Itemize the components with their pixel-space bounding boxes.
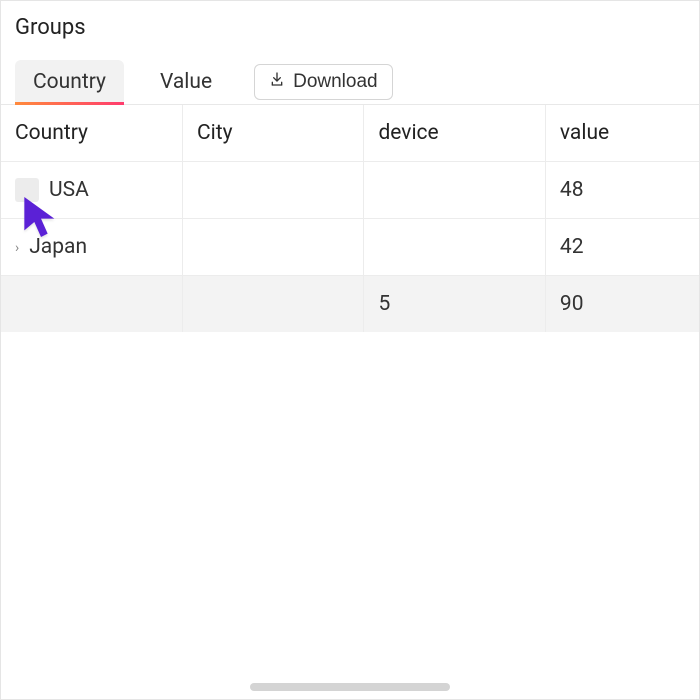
download-icon [269,71,285,93]
table-row[interactable]: USA 48 [1,162,699,219]
col-country[interactable]: Country [1,105,182,162]
expand-icon[interactable] [15,178,39,202]
horizontal-scrollbar[interactable] [250,683,450,691]
cell-city [182,219,363,276]
cell-device: 5 [364,276,545,333]
cell-device [364,162,545,219]
table-row[interactable]: › Japan 42 [1,219,699,276]
cell-country: Japan [29,235,87,259]
panel-title: Groups [1,1,699,60]
data-table: Country City device value USA 48 › Japan … [1,105,699,332]
panel: Groups Country Value Download Country Ci… [0,0,700,700]
summary-row: 5 90 [1,276,699,333]
col-device[interactable]: device [364,105,545,162]
tab-country[interactable]: Country [15,60,124,104]
download-label: Download [293,71,378,93]
tab-bar: Country Value Download [1,60,699,105]
cell-value: 48 [545,162,699,219]
col-value[interactable]: value [545,105,699,162]
cell-value: 90 [545,276,699,333]
cell-value: 42 [545,219,699,276]
cell-country: USA [49,178,89,202]
chevron-right-icon[interactable]: › [15,240,19,256]
cell-device [364,219,545,276]
col-city[interactable]: City [182,105,363,162]
cell-city [182,276,363,333]
cell-city [182,162,363,219]
download-button[interactable]: Download [254,64,393,100]
cell-country [1,276,182,333]
tab-value[interactable]: Value [142,60,230,104]
